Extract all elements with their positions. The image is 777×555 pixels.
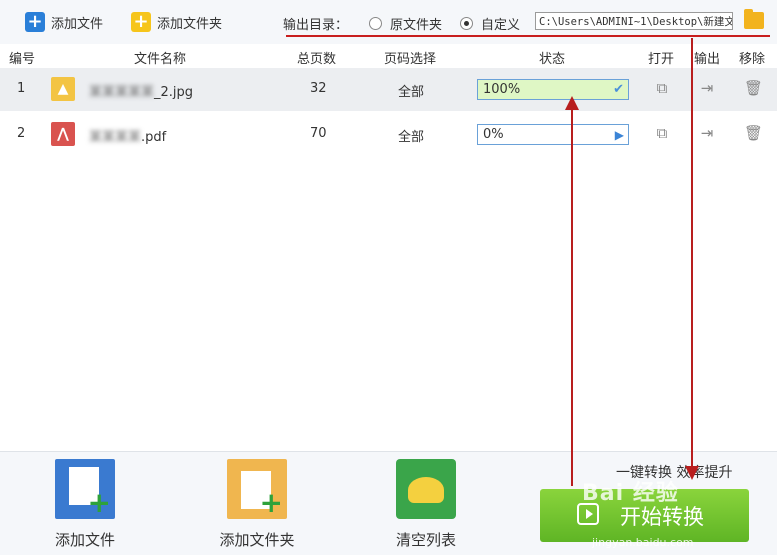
radio-custom-folder[interactable]: 自定义 (460, 14, 520, 33)
radio-dot-icon (369, 17, 382, 30)
progress-bar: 100% ✔ (477, 79, 629, 100)
clear-list-button[interactable]: 清空列表 (381, 459, 471, 550)
header-status: 状态 (539, 52, 566, 67)
check-icon: ✔ (613, 82, 624, 97)
progress-text: 0% (483, 127, 504, 142)
browse-folder-icon[interactable] (744, 9, 764, 29)
header-output: 输出 (694, 52, 721, 67)
table-header: 编号 文件名称 总页数 页码选择 状态 打开 输出 移除 (0, 44, 777, 67)
radio-original-label: 原文件夹 (390, 18, 443, 33)
clear-list-label: 清空列表 (395, 531, 456, 549)
bottom-add-file-label: 添加文件 (54, 531, 115, 549)
output-dir-label: 输出目录： (283, 18, 349, 33)
add-file-button[interactable]: + 添加文件 (25, 11, 103, 33)
header-page-select: 页码选择 (384, 52, 437, 67)
output-path-input[interactable]: C:\Users\ADMINI~1\Desktop\新建文 (535, 12, 733, 30)
broom-icon (396, 459, 456, 519)
header-remove: 移除 (739, 52, 766, 67)
file-name-suffix: .pdf (141, 130, 167, 145)
output-export-icon[interactable]: ⇥ (698, 79, 716, 97)
page-select[interactable]: 全部 (398, 126, 424, 145)
radio-dot-selected-icon (460, 17, 473, 30)
row-index: 1 (17, 81, 26, 96)
add-folder-button[interactable]: + 添加文件夹 (131, 11, 222, 33)
file-name: 某某某某某_2.jpg (89, 81, 193, 100)
add-folder-label: 添加文件夹 (157, 16, 223, 32)
toolbar: + 添加文件 + 添加文件夹 输出目录： 原文件夹 自定义 C:\Users\A… (0, 0, 777, 45)
file-name-suffix: _2.jpg (154, 85, 194, 100)
annotation-arrow-down (691, 38, 693, 468)
file-name-blurred: 某某某某某 (89, 85, 155, 100)
add-folder-icon: + (131, 12, 151, 32)
file-name-blurred: 某某某某 (89, 130, 142, 145)
file-name: 某某某某.pdf (89, 126, 166, 145)
trash-icon[interactable]: 🗑 (744, 124, 763, 142)
open-external-icon[interactable]: ⧉ (653, 124, 671, 142)
header-index: 编号 (9, 52, 36, 67)
trash-icon[interactable]: 🗑 (744, 79, 763, 97)
header-filename: 文件名称 (134, 52, 187, 67)
pdf-file-icon: ⋀ (51, 122, 75, 146)
bottom-add-folder-button[interactable]: + 添加文件夹 (212, 459, 302, 550)
row-index: 2 (17, 126, 26, 141)
table-row[interactable]: 2 ⋀ 某某某某.pdf 70 全部 0% ▶ ⧉ ⇥ 🗑 (0, 113, 777, 156)
play-icon[interactable]: ▶ (615, 128, 624, 142)
watermark-url: jingyan.baidu.com (592, 536, 694, 549)
output-export-icon[interactable]: ⇥ (698, 124, 716, 142)
annotation-arrowhead-down (685, 466, 699, 480)
header-open: 打开 (648, 52, 675, 67)
radio-original-folder[interactable]: 原文件夹 (369, 14, 442, 33)
page-select[interactable]: 全部 (398, 81, 424, 100)
add-file-icon: + (25, 12, 45, 32)
page-count: 70 (310, 126, 327, 141)
annotation-arrowhead-up (565, 96, 579, 110)
annotation-underline (286, 35, 770, 37)
image-file-icon: ▲ (51, 77, 75, 101)
bottom-add-folder-label: 添加文件夹 (219, 531, 295, 549)
add-file-label: 添加文件 (51, 16, 104, 32)
progress-bar: 0% ▶ (477, 124, 629, 145)
add-file-large-icon: + (55, 459, 115, 519)
annotation-arrow-up (571, 106, 573, 486)
add-folder-large-icon: + (227, 459, 287, 519)
bottom-add-file-button[interactable]: + 添加文件 (40, 459, 130, 550)
watermark-brand: Bai 经验 (582, 481, 679, 506)
progress-text: 100% (483, 82, 521, 97)
radio-custom-label: 自定义 (481, 18, 521, 33)
header-pages: 总页数 (297, 52, 337, 67)
open-external-icon[interactable]: ⧉ (653, 79, 671, 97)
page-count: 32 (310, 81, 327, 96)
table-row[interactable]: 1 ▲ 某某某某某_2.jpg 32 全部 100% ✔ ⧉ ⇥ 🗑 (0, 68, 777, 111)
